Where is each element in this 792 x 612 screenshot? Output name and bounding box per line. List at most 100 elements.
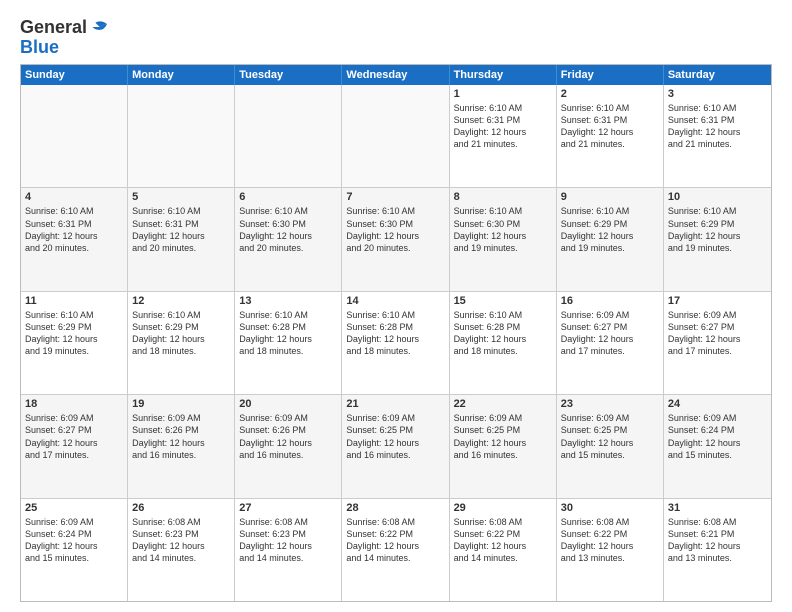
- day-cell-21: 21 Sunrise: 6:09 AM Sunset: 6:25 PM Dayli…: [342, 395, 449, 497]
- day-number: 20: [239, 398, 337, 410]
- day-cell-24: 24 Sunrise: 6:09 AM Sunset: 6:24 PM Dayli…: [664, 395, 771, 497]
- day-info: Sunrise: 6:10 AM Sunset: 6:28 PM Dayligh…: [239, 309, 337, 358]
- day-number: 9: [561, 191, 659, 203]
- day-info: Sunrise: 6:10 AM Sunset: 6:31 PM Dayligh…: [561, 102, 659, 151]
- day-info: Sunrise: 6:09 AM Sunset: 6:26 PM Dayligh…: [239, 412, 337, 461]
- day-info: Sunrise: 6:10 AM Sunset: 6:31 PM Dayligh…: [668, 102, 767, 151]
- header-cell-wednesday: Wednesday: [342, 65, 449, 85]
- day-number: 22: [454, 398, 552, 410]
- cal-week-0: 1 Sunrise: 6:10 AM Sunset: 6:31 PM Daylig…: [21, 85, 771, 188]
- day-cell-22: 22Sunrise: 6:09 AM Sunset: 6:25 PM Dayli…: [450, 395, 557, 497]
- logo-bird-icon: [88, 16, 110, 38]
- day-info: Sunrise: 6:09 AM Sunset: 6:26 PM Dayligh…: [132, 412, 230, 461]
- day-number: 31: [668, 502, 767, 514]
- day-number: 8: [454, 191, 552, 203]
- day-info: Sunrise: 6:10 AM Sunset: 6:30 PM Dayligh…: [454, 205, 552, 254]
- day-info: Sunrise: 6:10 AM Sunset: 6:30 PM Dayligh…: [239, 205, 337, 254]
- day-info: Sunrise: 6:10 AM Sunset: 6:29 PM Dayligh…: [561, 205, 659, 254]
- day-cell-8: 8 Sunrise: 6:10 AM Sunset: 6:30 PM Daylig…: [450, 188, 557, 290]
- day-info: Sunrise: 6:09 AM Sunset: 6:27 PM Dayligh…: [561, 309, 659, 358]
- day-info: Sunrise: 6:08 AM Sunset: 6:23 PM Dayligh…: [239, 516, 337, 565]
- day-number: 13: [239, 295, 337, 307]
- day-info: Sunrise: 6:10 AM Sunset: 6:29 PM Dayligh…: [25, 309, 123, 358]
- day-cell-9: 9 Sunrise: 6:10 AM Sunset: 6:29 PM Daylig…: [557, 188, 664, 290]
- day-info: Sunrise: 6:08 AM Sunset: 6:22 PM Dayligh…: [346, 516, 444, 565]
- day-number: 3: [668, 88, 767, 100]
- day-cell-23: 23 Sunrise: 6:09 AM Sunset: 6:25 PM Dayli…: [557, 395, 664, 497]
- day-number: 27: [239, 502, 337, 514]
- day-cell-14: 14Sunrise: 6:10 AM Sunset: 6:28 PM Dayli…: [342, 292, 449, 394]
- day-number: 25: [25, 502, 123, 514]
- cal-week-4: 25Sunrise: 6:09 AM Sunset: 6:24 PM Dayli…: [21, 499, 771, 601]
- day-info: Sunrise: 6:10 AM Sunset: 6:30 PM Dayligh…: [346, 205, 444, 254]
- day-cell-26: 26Sunrise: 6:08 AM Sunset: 6:23 PM Dayli…: [128, 499, 235, 601]
- cal-week-3: 18 Sunrise: 6:09 AM Sunset: 6:27 PM Dayli…: [21, 395, 771, 498]
- day-cell-18: 18 Sunrise: 6:09 AM Sunset: 6:27 PM Dayli…: [21, 395, 128, 497]
- day-info: Sunrise: 6:10 AM Sunset: 6:31 PM Dayligh…: [132, 205, 230, 254]
- day-cell-25: 25Sunrise: 6:09 AM Sunset: 6:24 PM Dayli…: [21, 499, 128, 601]
- day-cell-1: 1 Sunrise: 6:10 AM Sunset: 6:31 PM Daylig…: [450, 85, 557, 187]
- day-cell-31: 31 Sunrise: 6:08 AM Sunset: 6:21 PM Dayli…: [664, 499, 771, 601]
- day-number: 30: [561, 502, 659, 514]
- day-info: Sunrise: 6:09 AM Sunset: 6:24 PM Dayligh…: [668, 412, 767, 461]
- day-cell-11: 11 Sunrise: 6:10 AM Sunset: 6:29 PM Dayli…: [21, 292, 128, 394]
- cal-week-1: 4 Sunrise: 6:10 AM Sunset: 6:31 PM Daylig…: [21, 188, 771, 291]
- day-info: Sunrise: 6:10 AM Sunset: 6:29 PM Dayligh…: [668, 205, 767, 254]
- day-cell-6: 6 Sunrise: 6:10 AM Sunset: 6:30 PM Daylig…: [235, 188, 342, 290]
- day-cell-3: 3 Sunrise: 6:10 AM Sunset: 6:31 PM Daylig…: [664, 85, 771, 187]
- day-number: 6: [239, 191, 337, 203]
- day-info: Sunrise: 6:10 AM Sunset: 6:31 PM Dayligh…: [454, 102, 552, 151]
- header-cell-tuesday: Tuesday: [235, 65, 342, 85]
- empty-cell: [128, 85, 235, 187]
- day-cell-12: 12 Sunrise: 6:10 AM Sunset: 6:29 PM Dayli…: [128, 292, 235, 394]
- day-number: 16: [561, 295, 659, 307]
- day-number: 1: [454, 88, 552, 100]
- day-number: 21: [346, 398, 444, 410]
- day-info: Sunrise: 6:08 AM Sunset: 6:23 PM Dayligh…: [132, 516, 230, 565]
- day-info: Sunrise: 6:09 AM Sunset: 6:25 PM Dayligh…: [561, 412, 659, 461]
- calendar-body: 1 Sunrise: 6:10 AM Sunset: 6:31 PM Daylig…: [21, 85, 771, 601]
- day-number: 28: [346, 502, 444, 514]
- logo: General Blue: [20, 16, 111, 56]
- day-cell-19: 19Sunrise: 6:09 AM Sunset: 6:26 PM Dayli…: [128, 395, 235, 497]
- day-info: Sunrise: 6:09 AM Sunset: 6:27 PM Dayligh…: [668, 309, 767, 358]
- logo-combined: General: [20, 16, 111, 38]
- empty-cell: [235, 85, 342, 187]
- day-number: 24: [668, 398, 767, 410]
- day-info: Sunrise: 6:10 AM Sunset: 6:31 PM Dayligh…: [25, 205, 123, 254]
- calendar-header: SundayMondayTuesdayWednesdayThursdayFrid…: [21, 65, 771, 85]
- empty-cell: [342, 85, 449, 187]
- day-number: 11: [25, 295, 123, 307]
- day-number: 23: [561, 398, 659, 410]
- empty-cell: [21, 85, 128, 187]
- day-number: 12: [132, 295, 230, 307]
- day-number: 4: [25, 191, 123, 203]
- calendar: SundayMondayTuesdayWednesdayThursdayFrid…: [20, 64, 772, 602]
- day-number: 10: [668, 191, 767, 203]
- day-number: 2: [561, 88, 659, 100]
- day-info: Sunrise: 6:08 AM Sunset: 6:22 PM Dayligh…: [454, 516, 552, 565]
- day-cell-13: 13 Sunrise: 6:10 AM Sunset: 6:28 PM Dayli…: [235, 292, 342, 394]
- day-number: 18: [25, 398, 123, 410]
- header-cell-friday: Friday: [557, 65, 664, 85]
- header: General Blue: [20, 16, 772, 56]
- day-number: 29: [454, 502, 552, 514]
- day-number: 5: [132, 191, 230, 203]
- day-cell-17: 17 Sunrise: 6:09 AM Sunset: 6:27 PM Dayli…: [664, 292, 771, 394]
- day-number: 17: [668, 295, 767, 307]
- day-info: Sunrise: 6:08 AM Sunset: 6:21 PM Dayligh…: [668, 516, 767, 565]
- day-cell-20: 20 Sunrise: 6:09 AM Sunset: 6:26 PM Dayli…: [235, 395, 342, 497]
- day-cell-5: 5 Sunrise: 6:10 AM Sunset: 6:31 PM Daylig…: [128, 188, 235, 290]
- header-cell-monday: Monday: [128, 65, 235, 85]
- day-cell-2: 2 Sunrise: 6:10 AM Sunset: 6:31 PM Daylig…: [557, 85, 664, 187]
- day-cell-29: 29 Sunrise: 6:08 AM Sunset: 6:22 PM Dayli…: [450, 499, 557, 601]
- day-cell-27: 27 Sunrise: 6:08 AM Sunset: 6:23 PM Dayli…: [235, 499, 342, 601]
- day-info: Sunrise: 6:09 AM Sunset: 6:25 PM Dayligh…: [346, 412, 444, 461]
- day-number: 14: [346, 295, 444, 307]
- day-info: Sunrise: 6:10 AM Sunset: 6:28 PM Dayligh…: [454, 309, 552, 358]
- day-info: Sunrise: 6:10 AM Sunset: 6:29 PM Dayligh…: [132, 309, 230, 358]
- day-cell-16: 16 Sunrise: 6:09 AM Sunset: 6:27 PM Dayli…: [557, 292, 664, 394]
- day-cell-7: 7Sunrise: 6:10 AM Sunset: 6:30 PM Daylig…: [342, 188, 449, 290]
- day-info: Sunrise: 6:09 AM Sunset: 6:27 PM Dayligh…: [25, 412, 123, 461]
- header-cell-sunday: Sunday: [21, 65, 128, 85]
